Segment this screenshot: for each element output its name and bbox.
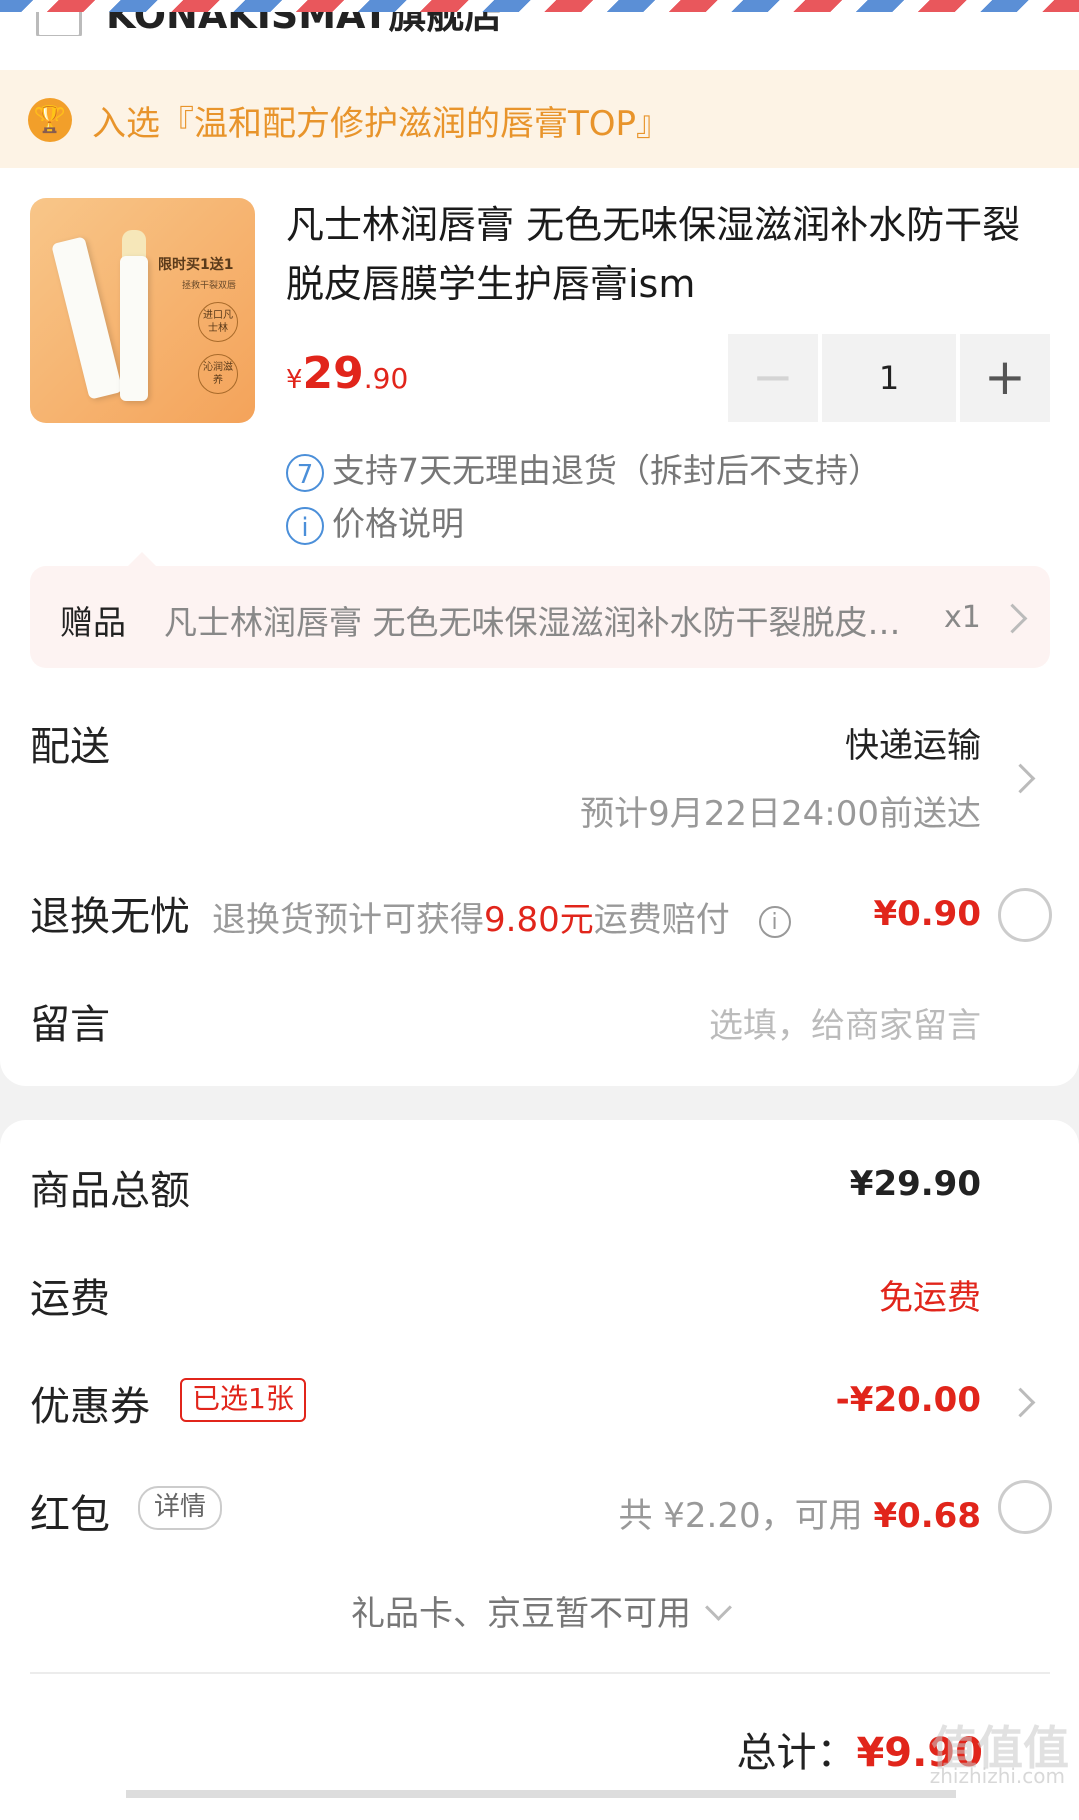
coupon-label: 优惠券 bbox=[30, 1384, 150, 1430]
goods-total-value: ¥29.90 bbox=[849, 1164, 981, 1204]
redpacket-total: 共 ¥2.20，可用 bbox=[618, 1496, 863, 1536]
price-integer: 29 bbox=[302, 348, 364, 399]
redpacket-available: ¥0.68 bbox=[873, 1496, 981, 1536]
thumb-promo-text: 限时买1送1 bbox=[158, 257, 234, 273]
chevron-right-icon bbox=[997, 603, 1028, 634]
seven-day-icon: 7 bbox=[286, 453, 324, 492]
coupon-value[interactable]: -¥20.00 bbox=[836, 1380, 981, 1420]
return-policy-text: 支持7天无理由退货（拆封后不支持） bbox=[332, 451, 881, 490]
message-label: 留言 bbox=[30, 1002, 110, 1048]
return-desc-suffix: 运费赔付 bbox=[593, 900, 730, 940]
return-insurance-desc: 退换货预计可获得9.80元运费赔付 i bbox=[212, 892, 791, 941]
price-explanation-text: 价格说明 bbox=[332, 504, 464, 543]
redpacket-details-button[interactable]: 详情 bbox=[138, 1486, 223, 1530]
trophy-icon: 🏆 bbox=[28, 98, 72, 142]
coupon-selected-badge: 已选1张 bbox=[180, 1378, 306, 1422]
delivery-method[interactable]: 快递运输 bbox=[845, 718, 981, 767]
lipbalm-tube-image bbox=[120, 256, 148, 401]
shipping-value: 免运费 bbox=[879, 1278, 981, 1318]
divider bbox=[30, 1672, 1050, 1674]
gift-pointer bbox=[128, 552, 156, 566]
shop-header: KONAKISMAT旗舰店 bbox=[36, 12, 936, 36]
product-title[interactable]: 凡士林润唇膏 无色无味保湿滋润补水防干裂脱皮唇膜学生护唇膏ism bbox=[286, 196, 1046, 314]
gift-row[interactable]: 赠品 凡士林润唇膏 无色无味保湿滋润补水防干裂脱皮唇膜学生护唇膏ism x1 bbox=[30, 566, 1050, 668]
message-input[interactable]: 选填，给商家留言 bbox=[709, 998, 981, 1047]
giftcard-text: 礼品卡、京豆暂不可用 bbox=[351, 1594, 691, 1634]
watermark-url: zhizhizhi.com bbox=[929, 1764, 1065, 1788]
price-decimal: .90 bbox=[363, 362, 409, 395]
delivery-eta: 预计9月22日24:00前送达 bbox=[580, 794, 981, 834]
shop-checkbox[interactable] bbox=[36, 12, 82, 36]
thumb-sub-text: 拯救干裂双唇 bbox=[182, 281, 237, 291]
price-explanation[interactable]: i 价格说明 bbox=[286, 497, 464, 545]
quantity-stepper: − 1 + bbox=[728, 334, 1050, 422]
delivery-label: 配送 bbox=[30, 724, 110, 770]
price-currency: ¥ bbox=[286, 365, 303, 395]
return-desc-amount: 9.80元 bbox=[484, 900, 594, 940]
info-icon: i bbox=[286, 506, 324, 545]
giftcard-unavailable[interactable]: 礼品卡、京豆暂不可用 bbox=[0, 1586, 1079, 1635]
shop-name[interactable]: KONAKISMAT旗舰店 bbox=[106, 12, 502, 36]
ranking-banner[interactable]: 🏆 入选『温和配方修护滋润的唇膏TOP』 bbox=[0, 70, 1079, 168]
redpacket-radio[interactable] bbox=[998, 1480, 1052, 1534]
summary-card bbox=[0, 1120, 1079, 1820]
gift-quantity: x1 bbox=[944, 600, 981, 635]
return-insurance-label: 退换无忧 bbox=[30, 894, 190, 940]
gift-name: 凡士林润唇膏 无色无味保湿滋润补水防干裂脱皮唇膜学生护唇膏ism bbox=[164, 603, 914, 642]
gift-label: 赠品 bbox=[60, 603, 126, 642]
return-insurance-radio[interactable] bbox=[998, 888, 1052, 942]
thumb-badge: 进口凡士林 bbox=[198, 302, 238, 342]
bottom-bar bbox=[126, 1790, 956, 1798]
thumb-badge: 沁润滋养 bbox=[198, 354, 238, 394]
redpacket-value: 共 ¥2.20，可用 ¥0.68 bbox=[618, 1488, 981, 1537]
chevron-down-icon bbox=[705, 1594, 732, 1621]
product-thumbnail[interactable]: 限时买1送1 拯救干裂双唇 进口凡士林 沁润滋养 bbox=[30, 198, 255, 423]
increase-button[interactable]: + bbox=[960, 334, 1050, 422]
lipbalm-tube-image bbox=[51, 236, 123, 400]
quantity-value[interactable]: 1 bbox=[822, 334, 956, 422]
ranking-text: 入选『温和配方修护滋润的唇膏TOP』 bbox=[92, 104, 671, 144]
shipping-label: 运费 bbox=[30, 1276, 110, 1322]
return-desc-prefix: 退换货预计可获得 bbox=[212, 900, 484, 940]
return-policy[interactable]: 7 支持7天无理由退货（拆封后不支持） bbox=[286, 444, 881, 492]
decrease-button[interactable]: − bbox=[728, 334, 818, 422]
total-label: 总计： bbox=[736, 1730, 857, 1776]
info-icon[interactable]: i bbox=[758, 905, 791, 938]
redpacket-label: 红包 bbox=[30, 1492, 110, 1538]
airmail-border bbox=[0, 0, 1079, 12]
product-price: ¥29.90 bbox=[286, 348, 408, 399]
goods-total-label: 商品总额 bbox=[30, 1168, 190, 1214]
return-insurance-price: ¥0.90 bbox=[873, 894, 981, 934]
